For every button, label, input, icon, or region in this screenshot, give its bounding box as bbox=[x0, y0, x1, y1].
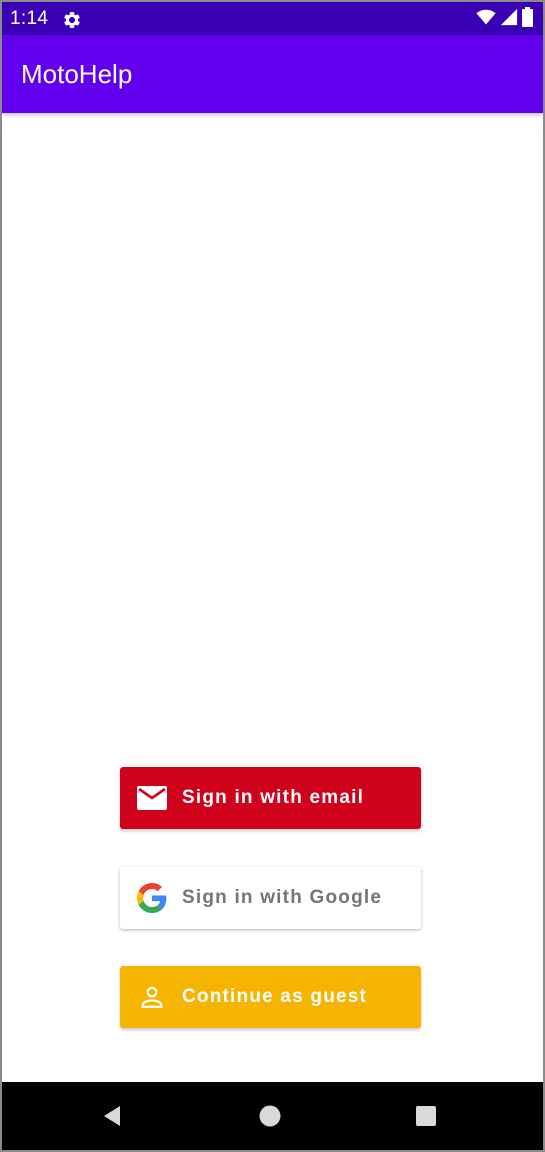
home-icon[interactable] bbox=[258, 1104, 282, 1128]
sign-in-email-button[interactable]: Sign in with email bbox=[120, 767, 421, 829]
sign-in-google-label: Sign in with Google bbox=[182, 887, 383, 908]
person-icon bbox=[137, 982, 167, 1012]
recents-icon[interactable] bbox=[415, 1105, 437, 1127]
cellular-signal-icon bbox=[500, 8, 518, 31]
status-time: 1:14 bbox=[10, 8, 49, 29]
sign-in-email-label: Sign in with email bbox=[182, 787, 365, 808]
device-frame: 1:14 MotoHelp Sign in with email Sign in… bbox=[0, 0, 545, 1152]
email-envelope-icon bbox=[137, 783, 167, 813]
app-title: MotoHelp bbox=[21, 59, 133, 89]
wifi-icon bbox=[476, 8, 496, 31]
app-bar: MotoHelp bbox=[2, 35, 543, 113]
settings-gear-icon bbox=[62, 10, 82, 30]
sign-in-google-button[interactable]: Sign in with Google bbox=[120, 867, 421, 929]
battery-icon bbox=[522, 6, 533, 32]
continue-as-guest-button[interactable]: Continue as guest bbox=[120, 966, 421, 1028]
status-bar: 1:14 bbox=[2, 2, 543, 35]
google-g-logo-icon bbox=[137, 883, 167, 913]
status-icons bbox=[476, 6, 533, 32]
navigation-bar bbox=[2, 1082, 543, 1150]
continue-as-guest-label: Continue as guest bbox=[182, 986, 368, 1007]
back-icon[interactable] bbox=[100, 1104, 124, 1128]
